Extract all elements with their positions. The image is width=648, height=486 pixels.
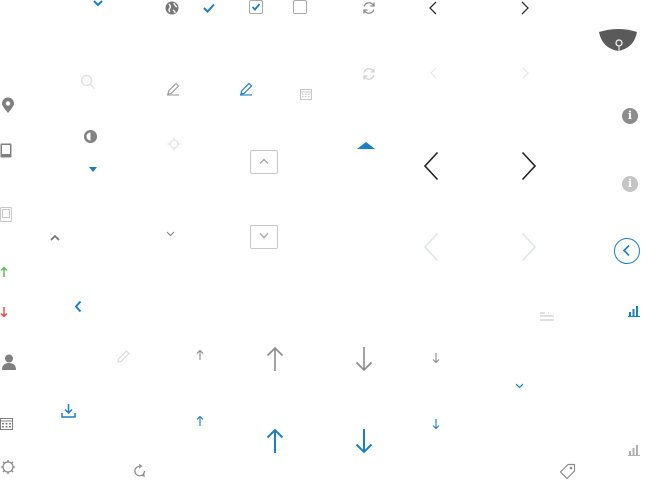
arrow-down-icon-large: [355, 346, 373, 372]
arrow-down-icon-small: [432, 352, 440, 364]
pencil-icon[interactable]: [166, 82, 180, 96]
chevron-up-button[interactable]: [250, 150, 278, 174]
chevron-right-icon[interactable]: [521, 1, 529, 15]
checkbox-checked-icon[interactable]: [249, 0, 263, 14]
chevron-down-icon-small-blue[interactable]: [515, 383, 524, 389]
chevron-right-icon-large[interactable]: [521, 151, 537, 181]
pencil-icon-active[interactable]: [239, 82, 253, 96]
search-icon: [80, 74, 96, 90]
info-icon-disabled: i: [622, 176, 638, 192]
caret-down-icon[interactable]: [89, 167, 97, 173]
chevron-right-icon-large-disabled: [521, 232, 537, 262]
location-pin-icon: [2, 97, 14, 114]
pin-callout-icon: [598, 28, 638, 54]
bar-chart-icon[interactable]: [628, 306, 640, 317]
bar-chart-icon-gray: [628, 445, 640, 456]
checkbox-empty-icon[interactable]: [293, 0, 307, 14]
rotate-icon: [133, 464, 147, 478]
arrow-down-icon-small-blue: [432, 418, 440, 430]
tablet-icon-light: [0, 207, 12, 222]
gear-icon: [0, 459, 16, 475]
chevron-down-icon[interactable]: [93, 0, 103, 7]
chevron-right-icon-disabled: [522, 67, 529, 79]
user-icon: [2, 354, 16, 370]
chevron-down-button[interactable]: [250, 225, 278, 249]
calendar-icon-dark: [0, 417, 13, 430]
arrow-up-icon-small: [196, 349, 204, 361]
radio-selected-icon[interactable]: [83, 129, 98, 144]
chevron-left-icon[interactable]: [429, 1, 437, 15]
back-circle-icon[interactable]: [614, 238, 640, 264]
checkmark-icon: [203, 3, 215, 13]
tag-icon: [559, 463, 576, 480]
refresh-icon[interactable]: [362, 1, 376, 15]
arrow-up-icon-small-blue: [196, 415, 204, 427]
chevron-down-icon-gray[interactable]: [166, 231, 175, 237]
chevron-up-icon[interactable]: [50, 234, 60, 241]
gear-icon-disabled: [167, 137, 181, 151]
chevron-left-icon-blue[interactable]: [74, 300, 82, 313]
chevron-left-icon-large[interactable]: [423, 151, 439, 181]
arrow-down-icon-red: [0, 306, 8, 318]
arrow-down-icon-large-blue: [355, 428, 373, 454]
chevron-left-icon-large-disabled: [423, 232, 439, 262]
filter-lines-icon: [540, 311, 554, 321]
calendar-icon: [300, 88, 312, 100]
info-icon[interactable]: i: [622, 108, 638, 124]
globe-icon[interactable]: [165, 1, 179, 15]
pencil-icon-disabled: [116, 349, 131, 364]
download-icon[interactable]: [61, 403, 76, 418]
arrow-up-icon-large-blue: [266, 428, 284, 454]
arrow-up-icon-large: [266, 346, 284, 372]
caret-up-icon[interactable]: [357, 142, 375, 150]
tablet-icon: [0, 143, 12, 158]
arrow-up-icon-green: [0, 266, 8, 278]
chevron-left-icon-disabled: [430, 67, 437, 79]
refresh-icon-disabled: [362, 67, 376, 81]
